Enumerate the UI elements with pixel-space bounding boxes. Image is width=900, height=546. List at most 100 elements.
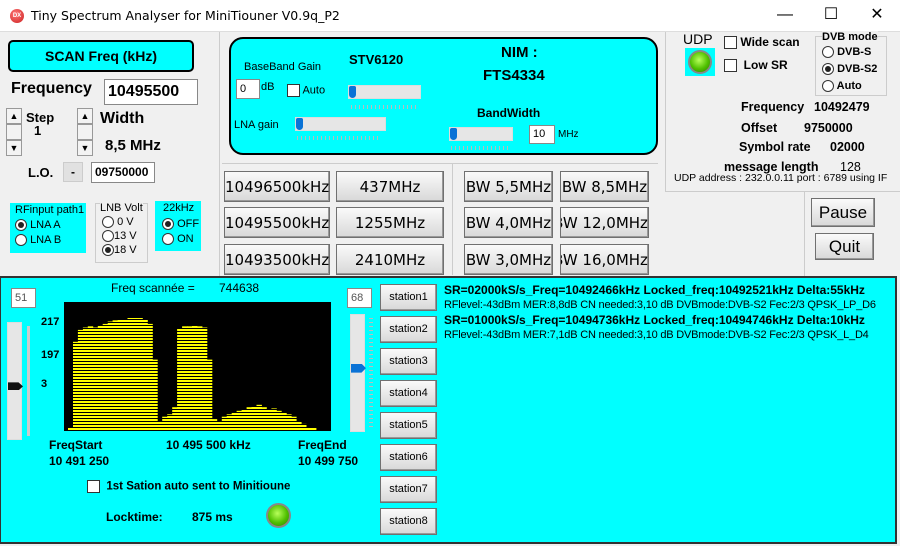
radio-18v[interactable]: 18 V bbox=[102, 244, 137, 257]
lo-input[interactable]: 09750000 bbox=[91, 162, 155, 183]
station-button-4[interactable]: station4 bbox=[380, 380, 437, 407]
right-level-input[interactable]: 68 bbox=[347, 288, 372, 308]
spectrum-bin bbox=[142, 319, 148, 431]
preset-freq-button-2[interactable]: 10495500kHz bbox=[224, 207, 330, 238]
spectrum-bin bbox=[68, 428, 74, 431]
wide-scan-checkbox[interactable]: Wide scan bbox=[724, 35, 800, 50]
spectrum-bin bbox=[281, 412, 287, 431]
maximize-button[interactable]: ☐ bbox=[808, 0, 854, 32]
divider bbox=[665, 32, 666, 192]
symbol-rate-value: 02000 bbox=[830, 140, 865, 154]
baseband-gain-input[interactable]: 0 bbox=[236, 79, 260, 99]
low-sr-checkbox[interactable]: Low SR bbox=[724, 58, 788, 73]
nim-value: FTS4334 bbox=[483, 67, 545, 84]
bw-button-8-5[interactable]: BW 8,5MHz bbox=[560, 171, 649, 202]
slider-thumb[interactable] bbox=[450, 128, 457, 140]
width-down-button[interactable]: ▼ bbox=[77, 140, 93, 156]
spectrum-bin bbox=[117, 319, 123, 431]
spectrum-display[interactable] bbox=[64, 302, 331, 431]
minimize-button[interactable]: — bbox=[762, 0, 808, 32]
radio-lna-b[interactable]: LNA B bbox=[15, 234, 61, 247]
radio-0v[interactable]: 0 V bbox=[102, 216, 134, 229]
station-button-5[interactable]: station5 bbox=[380, 412, 437, 439]
app-icon: DX bbox=[10, 9, 24, 23]
slider-thumb[interactable] bbox=[296, 118, 303, 130]
spectrum-bin bbox=[266, 409, 272, 431]
step-up-button[interactable]: ▲ bbox=[6, 108, 22, 124]
preset-freq-button-3[interactable]: 10493500kHz bbox=[224, 244, 330, 275]
station-button-7[interactable]: station7 bbox=[380, 476, 437, 503]
pause-button[interactable]: Pause bbox=[811, 198, 875, 227]
result-1-headline: SR=02000kS/s_Freq=10492466kHz Locked_fre… bbox=[444, 283, 865, 297]
lna-gain-slider[interactable] bbox=[295, 117, 386, 131]
auto-send-checkbox[interactable]: 1st Sation auto sent to Minitioune bbox=[87, 480, 290, 493]
slider-thumb[interactable] bbox=[349, 86, 356, 98]
station-button-2[interactable]: station2 bbox=[380, 316, 437, 343]
nim-label: NIM : bbox=[501, 44, 538, 61]
spectrum-bin bbox=[87, 326, 94, 431]
baseband-gain-slider[interactable] bbox=[348, 85, 421, 99]
radio-dvb-s2[interactable]: DVB-S2 bbox=[822, 63, 877, 76]
spectrum-panel: Freq scannée = 744638 51 68 217 197 3 Fr… bbox=[0, 276, 897, 544]
band-button-437[interactable]: 437MHz bbox=[336, 171, 444, 202]
tone-22k-group: 22kHz OFF ON bbox=[155, 201, 201, 251]
right-level-slider[interactable] bbox=[350, 314, 366, 432]
radio-22k-on[interactable]: ON bbox=[162, 233, 194, 246]
freq-start-value: 10 491 250 bbox=[49, 454, 110, 468]
spectrum-bin bbox=[226, 414, 233, 431]
radio-22k-off[interactable]: OFF bbox=[162, 218, 200, 231]
lo-sign-button[interactable]: - bbox=[63, 162, 83, 182]
spectrum-bin bbox=[311, 428, 317, 431]
lo-label: L.O. bbox=[28, 165, 54, 180]
spectrum-bin bbox=[167, 414, 173, 431]
db-unit: dB bbox=[261, 81, 275, 93]
auto-checkbox[interactable]: Auto bbox=[287, 84, 325, 97]
band-button-1255[interactable]: 1255MHz bbox=[336, 207, 444, 238]
station-button-6[interactable]: station6 bbox=[380, 444, 437, 471]
bandwidth-input[interactable]: 10 bbox=[529, 125, 555, 144]
station-button-8[interactable]: station8 bbox=[380, 508, 437, 535]
band-button-2410[interactable]: 2410MHz bbox=[336, 244, 444, 275]
left-level-input[interactable]: 51 bbox=[11, 288, 36, 308]
scan-freq-button[interactable]: SCAN Freq (kHz) bbox=[8, 40, 194, 72]
radio-22k-off-label: OFF bbox=[177, 218, 200, 230]
level-label-3: 3 bbox=[41, 378, 48, 390]
radio-auto[interactable]: Auto bbox=[822, 80, 862, 93]
step-value: 1 bbox=[34, 123, 42, 138]
freq-center-value: 10 495 500 kHz bbox=[166, 438, 251, 452]
spectrum-bin bbox=[77, 329, 84, 431]
bw-button-3-0[interactable]: BW 3,0MHz bbox=[464, 244, 553, 275]
frequency-input[interactable]: 10495500 bbox=[104, 79, 198, 105]
radio-0v-label: 0 V bbox=[117, 216, 134, 228]
left-level-slider[interactable] bbox=[7, 322, 23, 440]
quit-button[interactable]: Quit bbox=[815, 233, 874, 260]
width-up-button[interactable]: ▲ bbox=[77, 108, 93, 124]
spectrum-bin bbox=[256, 404, 262, 431]
bw-button-12-0[interactable]: BW 12,0MHz bbox=[560, 207, 649, 238]
radio-lna-a-label: LNA A bbox=[30, 219, 61, 231]
bw-button-5-5[interactable]: BW 5,5MHz bbox=[464, 171, 553, 202]
slider-ticks bbox=[451, 146, 511, 150]
close-button[interactable]: ✕ bbox=[854, 0, 900, 32]
station-button-3[interactable]: station3 bbox=[380, 348, 437, 375]
step-spin-middle bbox=[6, 124, 22, 140]
station-button-1[interactable]: station1 bbox=[380, 284, 437, 311]
step-down-button[interactable]: ▼ bbox=[6, 140, 22, 156]
radio-dvb-s[interactable]: DVB-S bbox=[822, 46, 871, 59]
bw-button-16-0[interactable]: BW 16,0MHz bbox=[560, 244, 649, 275]
udp-frequency-value: 10492479 bbox=[814, 100, 870, 114]
left-slider-thumb[interactable] bbox=[8, 382, 23, 391]
spectrum-bin bbox=[291, 416, 297, 431]
spectrum-bin bbox=[221, 416, 228, 431]
frequency-label: Frequency bbox=[11, 80, 92, 97]
slider-ticks bbox=[369, 318, 373, 430]
bandwidth-slider[interactable] bbox=[449, 127, 513, 141]
radio-lna-a[interactable]: LNA A bbox=[15, 219, 61, 232]
radio-13v[interactable]: 13 V bbox=[102, 230, 137, 243]
preset-freq-button-1[interactable]: 10496500kHz bbox=[224, 171, 330, 202]
bw-button-4-0[interactable]: BW 4,0MHz bbox=[464, 207, 553, 238]
dvb-mode-title: DVB mode bbox=[822, 31, 878, 43]
spectrum-bin bbox=[216, 421, 223, 431]
right-slider-thumb[interactable] bbox=[351, 363, 366, 373]
result-1: SR=02000kS/s_Freq=10492466kHz Locked_fre… bbox=[444, 283, 876, 311]
